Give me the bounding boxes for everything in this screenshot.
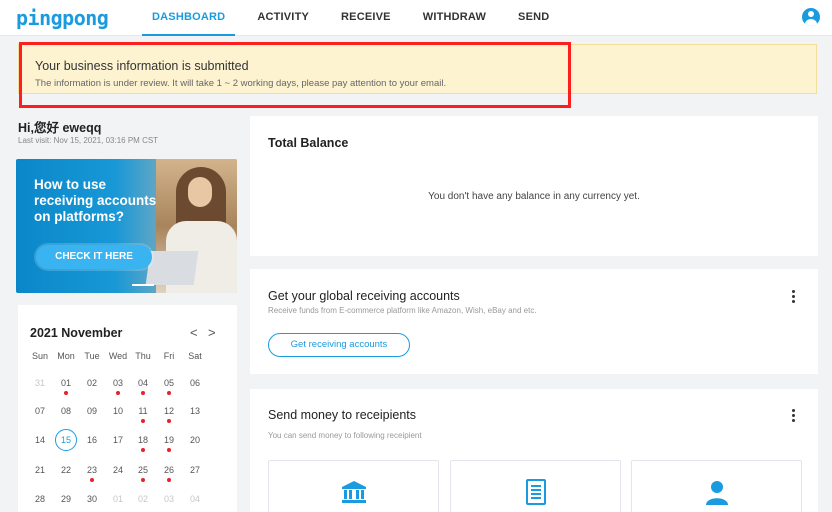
carousel-indicator[interactable] [132,284,154,286]
promo-text: How to use receiving accounts on platfor… [34,177,157,224]
nav-dashboard[interactable]: DASHBOARD [142,0,236,36]
user-greeting: Hi,您好 eweqq [18,121,102,135]
calendar-day[interactable]: 10 [105,406,131,416]
recipient-bank[interactable] [268,460,439,512]
recipient-person[interactable] [631,460,802,512]
calendar-event-dot [167,391,171,395]
user-icon [706,481,728,505]
calendar-day[interactable]: 02 [79,378,105,388]
recipient-document[interactable] [450,460,621,512]
calendar: 2021 November < > Sun Mon Tue Wed Thu Fri Sat 3… [18,305,237,512]
send-money-title: Send money to receipients [268,408,417,422]
calendar-day[interactable]: 19 [156,435,182,445]
receiving-accounts-subtitle: Receive funds from E-commerce platform l… [268,306,537,315]
calendar-event-dot [141,391,145,395]
calendar-day-today[interactable]: 15 [55,429,77,451]
more-options-icon[interactable] [792,409,796,423]
calendar-prev-button[interactable]: < [190,325,198,340]
calendar-event-dot [90,478,94,482]
calendar-day[interactable]: 07 [27,406,53,416]
calendar-day[interactable]: 18 [130,435,156,445]
calendar-day[interactable]: 13 [182,406,208,416]
calendar-day[interactable]: 31 [27,378,53,388]
alert-highlight-box [19,42,571,108]
calendar-day[interactable]: 25 [130,465,156,475]
calendar-day[interactable]: 23 [79,465,105,475]
promo-banner[interactable]: How to use receiving accounts on platfor… [16,159,237,293]
last-visit: Last visit: Nov 15, 2021, 03:16 PM CST [18,136,159,145]
calendar-day[interactable]: 01 [53,378,79,388]
calendar-event-dot [141,448,145,452]
document-icon [526,479,546,505]
more-options-icon[interactable] [792,290,796,304]
get-receiving-accounts-button[interactable]: Get receiving accounts [268,333,410,357]
calendar-day[interactable]: 02 [130,494,156,504]
calendar-day[interactable]: 29 [53,494,79,504]
calendar-day[interactable]: 24 [105,465,131,475]
calendar-day[interactable]: 12 [156,406,182,416]
calendar-day[interactable]: 03 [156,494,182,504]
calendar-weekday: Wed [108,351,128,361]
receiving-accounts-title: Get your global receiving accounts [268,289,460,303]
bank-icon [342,481,366,503]
calendar-day[interactable]: 06 [182,378,208,388]
calendar-title: 2021 November [30,326,123,340]
calendar-next-button[interactable]: > [208,325,216,340]
user-avatar-icon[interactable] [802,8,820,26]
calendar-day[interactable]: 30 [79,494,105,504]
calendar-weekday: Thu [135,351,151,361]
calendar-event-dot [167,419,171,423]
calendar-weekday: Sun [31,351,48,361]
calendar-event-dot [141,419,145,423]
calendar-day[interactable]: 01 [105,494,131,504]
calendar-day[interactable]: 04 [130,378,156,388]
promo-person-face [188,177,212,207]
calendar-weekday: Tue [84,351,100,361]
calendar-weekday: Mon [57,351,75,361]
calendar-day[interactable]: 17 [105,435,131,445]
laptop-icon [145,251,199,285]
total-balance-title: Total Balance [268,136,349,150]
calendar-event-dot [64,391,68,395]
calendar-day[interactable]: 26 [156,465,182,475]
calendar-weekday: Sat [188,351,202,361]
calendar-weekday: Fri [163,351,175,361]
nav-activity[interactable]: ACTIVITY [247,0,319,36]
calendar-event-dot [167,478,171,482]
calendar-day[interactable]: 21 [27,465,53,475]
calendar-day[interactable]: 20 [182,435,208,445]
calendar-event-dot [167,448,171,452]
balance-empty-message: You don't have any balance in any curren… [428,191,640,202]
nav-links: DASHBOARD ACTIVITY RECEIVE WITHDRAW SEND [142,0,571,36]
calendar-event-dot [116,391,120,395]
calendar-day[interactable]: 28 [27,494,53,504]
calendar-day[interactable]: 14 [27,435,53,445]
calendar-day[interactable]: 08 [53,406,79,416]
top-navigation: pingpong DASHBOARD ACTIVITY RECEIVE WITH… [0,0,832,36]
nav-send[interactable]: SEND [508,0,559,36]
pingpong-logo[interactable]: pingpong [16,6,109,30]
calendar-day[interactable]: 09 [79,406,105,416]
calendar-day[interactable]: 27 [182,465,208,475]
calendar-day[interactable]: 04 [182,494,208,504]
calendar-day[interactable]: 03 [105,378,131,388]
calendar-day[interactable]: 16 [79,435,105,445]
calendar-day[interactable]: 05 [156,378,182,388]
check-it-here-button[interactable]: CHECK IT HERE [36,245,152,269]
send-money-subtitle: You can send money to following receipie… [268,431,422,440]
calendar-event-dot [141,478,145,482]
calendar-day[interactable]: 22 [53,465,79,475]
nav-receive[interactable]: RECEIVE [331,0,401,36]
send-money-card: Send money to receipients You can send m… [250,389,818,512]
nav-withdraw[interactable]: WITHDRAW [413,0,496,36]
calendar-day[interactable]: 11 [130,406,156,416]
receiving-accounts-card: Get your global receiving accounts Recei… [250,269,818,374]
total-balance-card: Total Balance You don't have any balance… [250,116,818,256]
